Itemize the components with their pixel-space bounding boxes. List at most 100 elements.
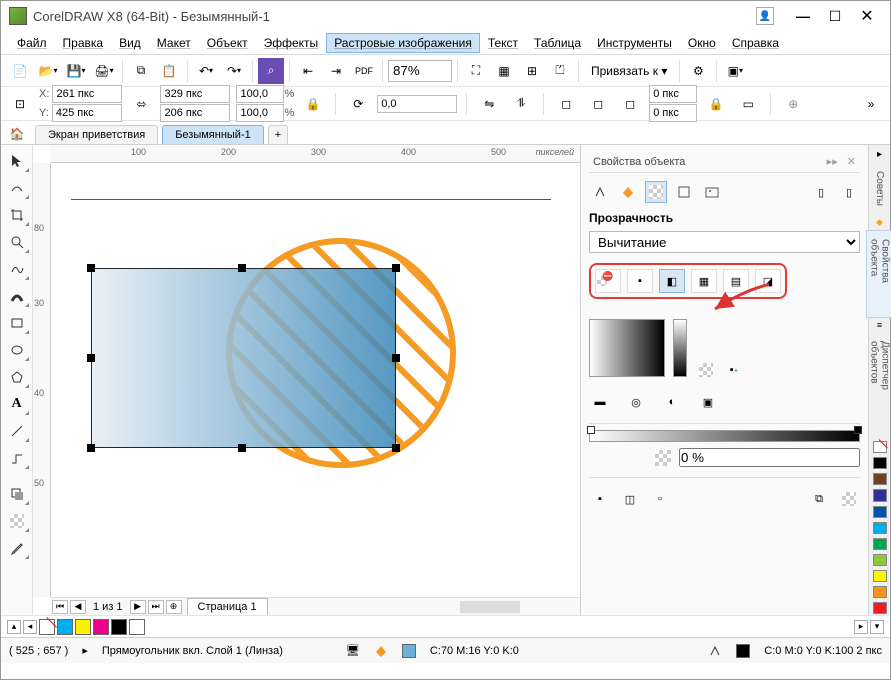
open-button[interactable]: 📂▾	[35, 58, 61, 84]
x-field[interactable]	[52, 85, 122, 103]
zoom-combo[interactable]	[388, 60, 452, 82]
menu-window[interactable]: Окно	[680, 33, 724, 53]
gradient-stop[interactable]	[587, 426, 595, 434]
color-swatch[interactable]	[93, 619, 109, 635]
mirror-h-button[interactable]: ⇋	[476, 91, 502, 117]
gradient-preview[interactable]	[589, 319, 665, 377]
object-tab-icon[interactable]	[673, 181, 695, 203]
y-field[interactable]	[52, 104, 122, 122]
no-color-swatch[interactable]	[873, 441, 887, 453]
shape-tool[interactable]	[4, 176, 30, 200]
palette-left-button[interactable]: ◂	[23, 620, 37, 634]
color-swatch[interactable]	[129, 619, 145, 635]
outline-icon[interactable]	[708, 644, 722, 658]
zoom-tool[interactable]	[4, 230, 30, 254]
guides-button[interactable]: ⊞	[519, 58, 545, 84]
corner-chamfer-button[interactable]: ◻	[617, 91, 643, 117]
grid-button[interactable]: ▦	[491, 58, 517, 84]
tab-arrow-icon[interactable]: ▸	[877, 149, 882, 160]
snap-options-button[interactable]: ⏍	[547, 58, 573, 84]
artistic-tool[interactable]	[4, 284, 30, 308]
color-swatch[interactable]	[873, 602, 887, 614]
connector-tool[interactable]	[4, 446, 30, 470]
menu-edit[interactable]: Правка	[55, 33, 112, 53]
user-icon[interactable]: 👤	[756, 7, 774, 25]
selection-handle[interactable]	[87, 444, 95, 452]
selection-handle[interactable]	[392, 354, 400, 362]
page-next-button[interactable]: ▶	[130, 600, 146, 614]
menu-bitmaps[interactable]: Растровые изображения	[326, 33, 480, 53]
options-button[interactable]: ⚙	[685, 58, 711, 84]
selection-handle[interactable]	[87, 264, 95, 272]
fill-swatch[interactable]	[402, 644, 416, 658]
outline-tab-icon[interactable]	[589, 181, 611, 203]
node-opacity-swatch[interactable]	[655, 450, 671, 466]
add-button[interactable]: ⊕	[780, 91, 806, 117]
gradient-bar[interactable]	[589, 430, 860, 442]
rectangle-tool[interactable]	[4, 311, 30, 335]
menu-effects[interactable]: Эффекты	[256, 33, 327, 53]
copy-button[interactable]: ⧉	[128, 58, 154, 84]
merge-mode-combo[interactable]: Вычитание	[589, 231, 860, 253]
height-field[interactable]	[160, 104, 230, 122]
radial-grad-icon[interactable]: ◎	[625, 391, 647, 413]
print-button[interactable]: 🖨▾	[91, 58, 117, 84]
color-swatch[interactable]	[873, 473, 887, 485]
text-tool[interactable]: A	[4, 392, 30, 416]
tab-add[interactable]: +	[268, 125, 288, 144]
object-origin-icon[interactable]: ⊡	[7, 91, 33, 117]
object-manager-tab[interactable]: Диспетчер объектов	[866, 332, 891, 429]
color-proof-icon[interactable]: 🖥	[346, 644, 360, 657]
scroll-mode-icon[interactable]: ▯	[810, 181, 832, 203]
edit-transparency-button[interactable]	[838, 488, 860, 510]
selection-handle[interactable]	[392, 264, 400, 272]
fullscreen-button[interactable]: ⛶	[463, 58, 489, 84]
menu-layout[interactable]: Макет	[149, 33, 199, 53]
tab-welcome[interactable]: Экран приветствия	[35, 125, 158, 144]
home-icon[interactable]: 🏠	[7, 124, 27, 144]
outline-swatch[interactable]	[736, 644, 750, 658]
menu-object[interactable]: Объект	[199, 33, 256, 53]
freehand-tool[interactable]	[4, 257, 30, 281]
selection-handle[interactable]	[392, 444, 400, 452]
panel-close-icon[interactable]: ✕	[847, 156, 856, 168]
selection-handle[interactable]	[238, 444, 246, 452]
panel-pin-icon[interactable]: ▸▸	[827, 156, 838, 168]
color-swatch[interactable]	[111, 619, 127, 635]
square-grad-icon[interactable]: ▣	[697, 391, 719, 413]
crop-tool[interactable]	[4, 203, 30, 227]
eyedropper-tool[interactable]	[4, 536, 30, 560]
overflow-button[interactable]: »	[858, 91, 884, 117]
copy-transparency-button[interactable]: ⧉	[808, 488, 830, 510]
redo-button[interactable]: ↷▾	[221, 58, 247, 84]
lock-ratio-button[interactable]: 🔒	[300, 91, 326, 117]
both-target-button[interactable]: ▫	[649, 488, 671, 510]
node-opacity-field[interactable]	[679, 448, 860, 467]
menu-text[interactable]: Текст	[480, 33, 526, 53]
canvas-area[interactable]: 100 200 300 400 500 пикселей 80 30 40 50	[33, 145, 580, 615]
import-button[interactable]: ⇤	[295, 58, 321, 84]
save-button[interactable]: 💾▾	[63, 58, 89, 84]
menu-view[interactable]: Вид	[111, 33, 149, 53]
linear-grad-icon[interactable]: ▬	[589, 391, 611, 413]
transparency-tab-icon[interactable]	[645, 181, 667, 203]
color-swatch[interactable]	[873, 489, 887, 501]
page-last-button[interactable]: ⏭	[148, 600, 164, 614]
width-field[interactable]	[160, 85, 230, 103]
relative-corner-button[interactable]: ▭	[735, 91, 761, 117]
color-swatch[interactable]	[873, 570, 887, 582]
polygon-tool[interactable]	[4, 365, 30, 389]
page-first-button[interactable]: ⏮	[52, 600, 68, 614]
corner-x-field[interactable]	[649, 85, 697, 103]
transparency-tool[interactable]	[4, 509, 30, 533]
export-button[interactable]: ⇥	[323, 58, 349, 84]
menu-help[interactable]: Справка	[724, 33, 787, 53]
fill-icon[interactable]	[374, 644, 388, 658]
color-swatch[interactable]	[75, 619, 91, 635]
menu-table[interactable]: Таблица	[526, 33, 589, 53]
add-preset-button[interactable]: ▪+	[723, 359, 745, 381]
page-prev-button[interactable]: ◀	[70, 600, 86, 614]
maximize-button[interactable]: ☐	[820, 5, 850, 27]
color-swatch[interactable]	[873, 586, 887, 598]
selection-handle[interactable]	[87, 354, 95, 362]
